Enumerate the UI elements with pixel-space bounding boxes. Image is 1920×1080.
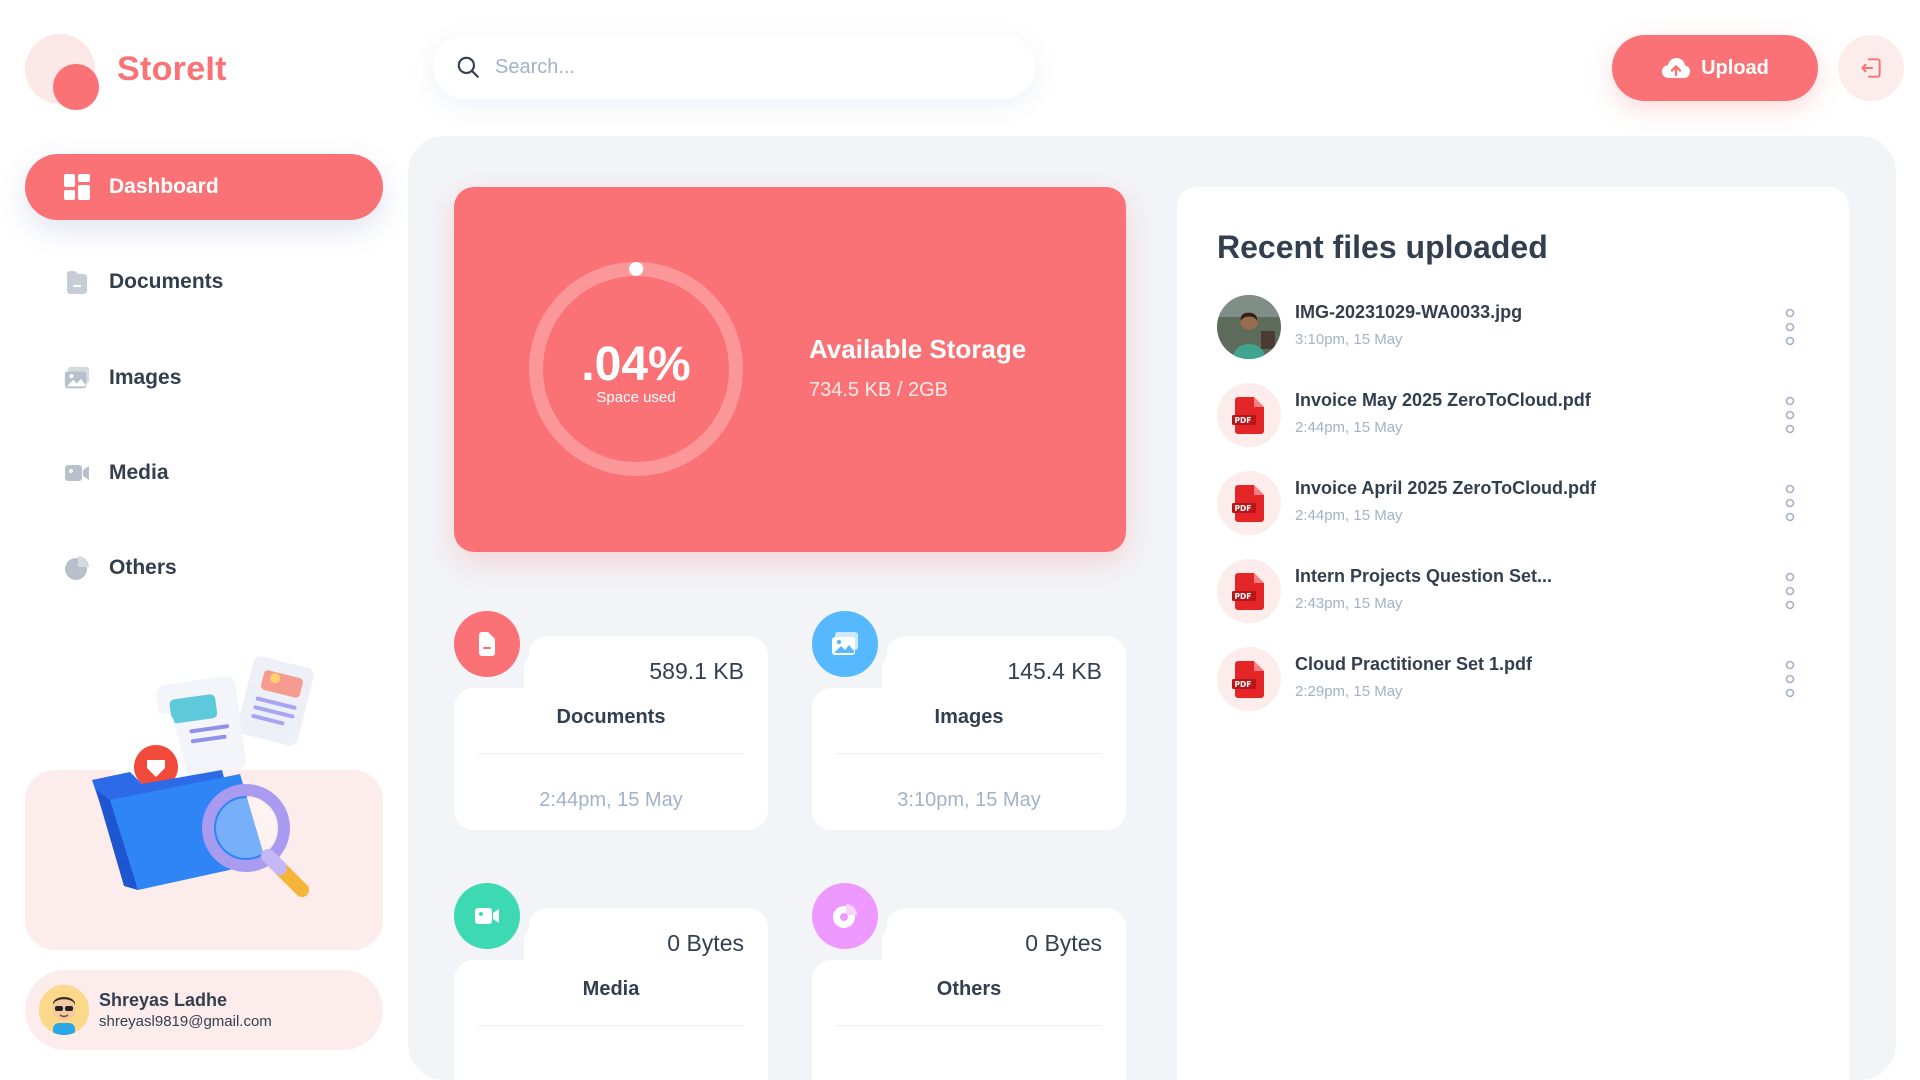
available-storage-title: Available Storage [809,334,1027,364]
search-icon [457,56,479,78]
file-thumbnail: PDF [1217,647,1281,711]
category-size: 589.1 KB [649,658,744,684]
sidebar-item-label: Documents [109,270,224,293]
search-input[interactable] [495,55,995,79]
category-size: 0 Bytes [1025,930,1102,956]
others-icon [812,883,878,949]
recent-files-panel: Recent files uploaded IMG-20231029-WA003… [1177,187,1849,1080]
category-card-others[interactable]: 0 Bytes Others [812,883,1126,1080]
more-options-icon[interactable] [1782,307,1798,347]
files-illustration [92,656,314,897]
file-name: Invoice May 2025 ZeroToCloud.pdf [1295,390,1591,410]
more-options-icon[interactable] [1782,659,1798,699]
category-card-media[interactable]: 0 Bytes Media [454,883,768,1080]
list-item[interactable]: IMG-20231029-WA0033.jpg 3:10pm, 15 May [1217,295,1817,361]
file-name: Cloud Practitioner Set 1.pdf [1295,654,1533,674]
file-thumbnail: PDF [1217,471,1281,535]
category-card-documents[interactable]: 589.1 KB Documents 2:44pm, 15 May [454,611,768,830]
sidebar-item-dashboard[interactable]: Dashboard [25,154,383,220]
image-thumbnail-icon [1217,295,1281,359]
app-name: StoreIt [117,50,227,88]
category-name: Others [936,978,1002,1000]
file-time: 2:44pm, 15 May [1295,419,1403,436]
svg-text:PDF: PDF [1235,416,1252,425]
search-bar[interactable] [433,35,1035,99]
file-time: 2:43pm, 15 May [1295,595,1403,612]
more-options-icon[interactable] [1782,571,1798,611]
sidebar-item-label: Others [109,556,177,579]
cloud-upload-icon [1662,58,1691,78]
media-icon [454,883,520,949]
svg-text:PDF: PDF [1235,680,1252,689]
upload-label: Upload [1701,56,1769,79]
avatar [39,985,89,1035]
divider [836,753,1102,754]
sidebar-item-media[interactable]: Media [25,440,383,506]
list-item[interactable]: PDF Cloud Practitioner Set 1.pdf 2:29pm,… [1217,647,1817,713]
images-icon [63,364,91,392]
logout-button[interactable] [1838,35,1904,101]
list-item[interactable]: PDF Invoice April 2025 ZeroToCloud.pdf 2… [1217,471,1817,537]
list-item[interactable]: PDF Invoice May 2025 ZeroToCloud.pdf 2:4… [1217,383,1817,449]
divider [478,753,744,754]
more-options-icon[interactable] [1782,395,1798,435]
file-time: 2:29pm, 15 May [1295,683,1403,700]
sidebar-item-others[interactable]: Others [25,535,383,601]
others-icon [63,554,91,582]
svg-text:PDF: PDF [1235,592,1252,601]
file-name: IMG-20231029-WA0033.jpg [1295,302,1523,322]
user-email: shreyasl9819@gmail.com [99,1013,272,1030]
svg-text:PDF: PDF [1235,504,1252,513]
app-root: StoreIt Upload Dashboard Documents Image… [0,0,1920,1080]
user-name: Shreyas Ladhe [99,990,228,1010]
list-item[interactable]: PDF Intern Projects Question Set... 2:43… [1217,559,1817,625]
documents-icon [454,611,520,677]
sidebar-item-label: Images [109,366,182,389]
user-profile[interactable]: Shreyas Ladhe shreyasl9819@gmail.com [25,970,383,1050]
user-avatar-icon [39,985,89,1035]
category-size: 0 Bytes [667,930,744,956]
recent-files-title: Recent files uploaded [1217,229,1548,265]
sidebar-item-documents[interactable]: Documents [25,249,383,315]
more-options-icon[interactable] [1782,483,1798,523]
file-thumbnail: PDF [1217,383,1281,447]
sidebar-item-label: Dashboard [109,175,219,198]
file-thumbnail: PDF [1217,559,1281,623]
category-size: 145.4 KB [1007,658,1102,684]
pdf-file-icon: PDF [1232,397,1264,434]
pdf-file-icon: PDF [1232,573,1264,610]
upload-button[interactable]: Upload [1612,35,1818,101]
category-name: Media [582,978,640,1000]
category-name: Images [934,706,1004,728]
logo-circle [53,64,99,110]
category-card-images[interactable]: 145.4 KB Images 3:10pm, 15 May [812,611,1126,830]
media-icon [63,459,91,487]
storage-percent: .04% [581,338,691,391]
sidebar-item-images[interactable]: Images [25,345,383,411]
divider [836,1025,1102,1026]
file-name: Invoice April 2025 ZeroToCloud.pdf [1295,478,1597,498]
pdf-file-icon: PDF [1232,485,1264,522]
storage-summary-card: .04% Space used Available Storage 734.5 … [454,187,1126,552]
file-time: 2:44pm, 15 May [1295,507,1403,524]
category-last-updated: 2:44pm, 15 May [539,789,683,811]
images-icon [812,611,878,677]
file-time: 3:10pm, 15 May [1295,331,1403,348]
storage-percent-caption: Space used [596,389,676,406]
file-thumbnail [1217,295,1281,359]
file-name: Intern Projects Question Set... [1295,566,1553,586]
divider [478,1025,744,1026]
logout-icon [1861,58,1881,78]
category-last-updated: 3:10pm, 15 May [897,789,1041,811]
logo[interactable]: StoreIt [25,34,265,114]
sidebar-item-label: Media [109,461,169,484]
user-info: Shreyas Ladhe shreyasl9819@gmail.com [99,990,272,1030]
dashboard-icon [63,173,91,201]
available-storage-value: 734.5 KB / 2GB [809,379,948,401]
documents-icon [63,268,91,296]
pdf-file-icon: PDF [1232,661,1264,698]
category-name: Documents [556,706,666,728]
